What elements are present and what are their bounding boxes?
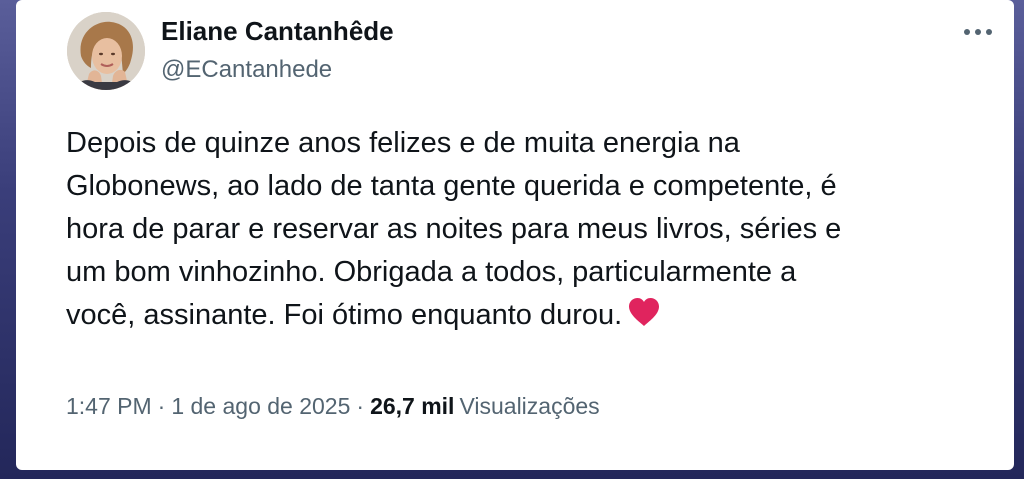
tweet-time[interactable]: 1:47 PM: [66, 393, 152, 419]
meta-separator: ·: [356, 393, 365, 419]
tweet-text-line: um bom vinhozinho. Obrigada a todos, par…: [66, 256, 797, 288]
tweet-text: Depois de quinze anos felizes e de muita…: [66, 122, 1006, 340]
avatar[interactable]: [67, 12, 145, 90]
author-handle[interactable]: @ECantanhede: [161, 56, 332, 84]
meta-separator: ·: [157, 393, 166, 419]
author-display-name[interactable]: Eliane Cantanhêde: [161, 16, 394, 47]
views-label: Visualizações: [459, 393, 600, 419]
tweet-date[interactable]: 1 de ago de 2025: [171, 393, 350, 419]
avatar-image: [67, 12, 145, 90]
tweet-text-line: Depois de quinze anos felizes e de muita…: [66, 127, 740, 159]
more-options-button[interactable]: [956, 18, 1000, 46]
tweet-meta: 1:47 PM · 1 de ago de 2025 · 26,7 mil Visuali…: [66, 393, 600, 420]
heart-icon: [628, 297, 660, 340]
tweet-text-line: Globonews, ao lado de tanta gente querid…: [66, 170, 837, 202]
tweet-card: Eliane Cantanhêde @ECantanhede Depois de…: [16, 0, 1014, 470]
views-count: 26,7 mil: [370, 393, 455, 419]
more-horizontal-icon: [964, 29, 992, 35]
tweet-text-line: você, assinante. Foi ótimo enquanto duro…: [66, 299, 623, 331]
tweet-text-last-line: você, assinante. Foi ótimo enquanto duro…: [66, 294, 1006, 340]
tweet-text-line: hora de parar e reservar as noites para …: [66, 213, 842, 245]
